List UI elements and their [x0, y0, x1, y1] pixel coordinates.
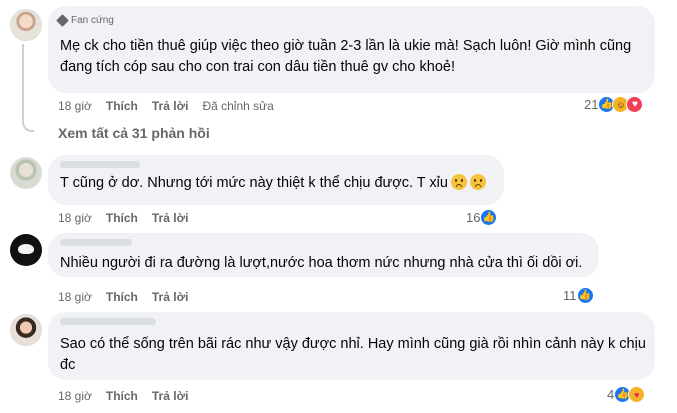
- reply-thread-line: [22, 44, 34, 132]
- comment-time[interactable]: 18 giờ: [58, 99, 92, 113]
- avatar[interactable]: [10, 157, 42, 189]
- reply-button[interactable]: Trả lời: [152, 99, 189, 113]
- fan-badge-label: Fan cứng: [71, 15, 114, 26]
- like-icon: 👍: [576, 287, 594, 304]
- comment-actions: 18 giờ Thích Trả lời: [58, 290, 202, 304]
- comment-time[interactable]: 18 giờ: [58, 211, 92, 225]
- author-name-redacted: [60, 161, 140, 168]
- comment-bubble: Fan cứng Mẹ ck cho tiền thuê giúp việc t…: [48, 6, 655, 93]
- reply-button[interactable]: Trả lời: [152, 211, 189, 225]
- reaction-count: 16: [466, 210, 481, 225]
- sad-emoji-icon: [450, 174, 467, 190]
- comment-text: Nhiều người đi ra đường là lượt,nước hoa…: [60, 255, 583, 271]
- author-name-redacted: [60, 239, 132, 246]
- avatar[interactable]: [10, 314, 42, 346]
- care-icon: ♥: [628, 386, 646, 403]
- comment-bubble: T cũng ở dơ. Nhưng tới mức này thiệt k t…: [48, 155, 504, 205]
- comment-actions: 18 giờ Thích Trả lời: [58, 389, 202, 403]
- lotus-icon: [18, 244, 34, 254]
- view-all-replies-link[interactable]: Xem tất cả 31 phản hồi: [58, 125, 210, 141]
- edited-label[interactable]: Đã chỉnh sửa: [202, 99, 273, 113]
- comment-text-content: T cũng ở dơ. Nhưng tới mức này thiệt k t…: [60, 175, 448, 191]
- comment-time[interactable]: 18 giờ: [58, 389, 92, 403]
- reaction-summary[interactable]: 11 👍: [563, 287, 594, 304]
- reaction-count: 21: [584, 97, 599, 112]
- comment-text: Sao có thể sống trên bãi rác như vậy đượ…: [60, 336, 646, 373]
- comment-bubble: Sao có thể sống trên bãi rác như vậy đượ…: [48, 312, 655, 380]
- reaction-summary[interactable]: 16 👍: [466, 209, 498, 226]
- comment-actions: 18 giờ Thích Trả lời Đã chỉnh sửa: [58, 99, 288, 113]
- comment-text: Mẹ ck cho tiền thuê giúp việc theo giờ t…: [60, 38, 632, 75]
- reaction-summary[interactable]: 4 👍 ♥: [607, 386, 646, 403]
- diamond-icon: [56, 14, 69, 27]
- like-button[interactable]: Thích: [106, 99, 138, 113]
- comment-time[interactable]: 18 giờ: [58, 290, 92, 304]
- author-name-redacted: [60, 318, 156, 325]
- reaction-count: 4: [607, 387, 615, 402]
- avatar[interactable]: [10, 9, 42, 41]
- comment-text: T cũng ở dơ. Nhưng tới mức này thiệt k t…: [60, 173, 500, 194]
- reaction-summary[interactable]: 21 👍 ☺ ♥: [584, 96, 644, 113]
- avatar[interactable]: [10, 234, 42, 266]
- sad-emoji-icon: [469, 174, 486, 190]
- reply-button[interactable]: Trả lời: [152, 389, 189, 403]
- fan-badge: Fan cứng: [56, 14, 114, 27]
- like-button[interactable]: Thích: [106, 290, 138, 304]
- heart-icon: ♥: [626, 96, 644, 113]
- comment-actions: 18 giờ Thích Trả lời: [58, 211, 202, 225]
- reaction-count: 11: [563, 288, 577, 303]
- comment-bubble: Nhiều người đi ra đường là lượt,nước hoa…: [48, 233, 599, 277]
- reply-button[interactable]: Trả lời: [152, 290, 189, 304]
- like-button[interactable]: Thích: [106, 211, 138, 225]
- like-button[interactable]: Thích: [106, 389, 138, 403]
- like-icon: 👍: [480, 209, 498, 226]
